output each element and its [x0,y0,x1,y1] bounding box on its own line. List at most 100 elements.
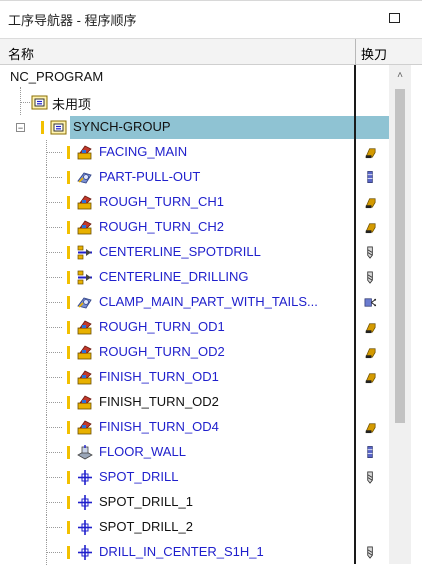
turning-op-icon [77,195,92,210]
operation-row[interactable]: FINISH_TURN_OD4 [0,415,389,440]
turning-op-icon [77,145,92,160]
operation-row[interactable]: SPOT_DRILL [0,465,389,490]
operation-row[interactable]: SPOT_DRILL_1 [0,490,389,515]
turning-op-icon [77,320,92,335]
operation-name: ROUGH_TURN_OD2 [99,344,225,359]
status-bar [67,496,70,509]
status-bar [67,321,70,334]
panel-titlebar: 工序导航器 - 程序顺序 [0,0,422,36]
operation-name: ROUGH_TURN_CH1 [99,194,224,209]
tree-connector [46,427,62,428]
tree-connector [46,227,62,228]
operation-name: SPOT_DRILL_1 [99,494,193,509]
tree-connector [46,152,62,153]
operation-row[interactable]: SPOT_DRILL_2 [0,515,389,540]
maximize-icon[interactable] [389,13,400,23]
operation-row[interactable]: FLOOR_WALL [0,440,389,465]
turning-op-icon [77,370,92,385]
turning-op-icon [77,345,92,360]
scrollbar-thumb[interactable] [395,89,405,423]
tree-connector [46,477,62,478]
column-separator[interactable] [355,39,356,65]
operation-row[interactable]: DRILL_IN_CENTER_S1H_1 [0,540,389,565]
operation-name: CENTERLINE_SPOTDRILL [99,244,261,259]
tree-connector [46,327,62,328]
status-bar [67,446,70,459]
operation-name: DRILL_IN_CENTER_S1H_1 [99,544,264,559]
panel-title: 工序导航器 - 程序顺序 [8,13,137,28]
vertical-scrollbar[interactable]: ˄ [389,65,411,564]
tree-connector [46,527,62,528]
tree-node-synch-group[interactable]: − SYNCH-GROUP [0,115,389,140]
drill-tool-icon [367,271,373,284]
drill-tool-icon [367,471,373,484]
status-bar [67,146,70,159]
operation-row[interactable]: CENTERLINE_SPOTDRILL [0,240,389,265]
part-handling-icon [77,172,92,184]
status-bar [67,296,70,309]
tree-connector [46,502,62,503]
turn-tool-icon [365,348,376,359]
status-bar [67,396,70,409]
operation-name: FINISH_TURN_OD2 [99,394,219,409]
collapse-icon[interactable]: − [16,123,25,133]
status-bar [67,421,70,434]
turn-tool-icon [365,198,376,209]
operation-row[interactable]: FACING_MAIN [0,140,389,165]
tree-connector [46,452,62,453]
drill-tool-icon [367,246,373,259]
operation-row[interactable]: PART-PULL-OUT [0,165,389,190]
column-header-name[interactable]: 名称 [8,44,34,63]
tree-connector [46,277,62,278]
part-handling-icon [77,297,92,309]
status-bar [67,196,70,209]
tree-connector [20,102,30,103]
status-bar [67,171,70,184]
turning-op-icon [77,220,92,235]
tree-connector [46,377,62,378]
operation-row[interactable]: ROUGH_TURN_CH2 [0,215,389,240]
centerline-drill-icon [77,245,92,260]
operation-name: ROUGH_TURN_CH2 [99,219,224,234]
operation-name: SPOT_DRILL [99,469,179,484]
tree-node-unused-items[interactable]: 未用项 [0,90,389,115]
scroll-up-arrow-icon[interactable]: ˄ [389,69,411,83]
tree-connector [46,402,62,403]
column-header-tool-change[interactable]: 换刀 [361,44,387,63]
operation-row[interactable]: ROUGH_TURN_CH1 [0,190,389,215]
operation-row[interactable]: FINISH_TURN_OD1 [0,365,389,390]
operation-name: CLAMP_MAIN_PART_WITH_TAILS... [99,294,318,309]
turning-op-icon [77,420,92,435]
operation-name: FINISH_TURN_OD4 [99,419,219,434]
tree-connector [46,302,62,303]
spot-drill-icon [78,470,92,485]
status-bar [67,546,70,559]
tree-node-label: SYNCH-GROUP [73,119,171,134]
operation-row[interactable]: FINISH_TURN_OD2 [0,390,389,415]
tree-connector [20,87,21,115]
turn-tool-icon [365,423,376,434]
tree-connector [46,252,62,253]
turn-tool-icon [365,323,376,334]
program-group-icon [31,95,48,110]
tree-connector [46,352,62,353]
operation-name: FACING_MAIN [99,144,188,159]
status-bar [67,471,70,484]
status-bar [67,346,70,359]
turning-op-icon [77,395,92,410]
status-bar [41,121,44,134]
operation-row[interactable]: ROUGH_TURN_OD1 [0,315,389,340]
tailstock-tool-icon [364,298,377,307]
operation-name: FINISH_TURN_OD1 [99,369,219,384]
operation-navigator-tree: NC_PROGRAM 未用项 − SYNCH-GROUP FACING_MAIN… [0,65,422,565]
operation-row[interactable]: CENTERLINE_DRILLING [0,265,389,290]
operation-row[interactable]: ROUGH_TURN_OD2 [0,340,389,365]
program-group-icon [50,120,67,135]
operation-name: PART-PULL-OUT [99,169,201,184]
operation-row[interactable]: CLAMP_MAIN_PART_WITH_TAILS... [0,290,389,315]
turn-tool-icon [365,223,376,234]
centerline-drill-icon [77,270,92,285]
tree-node-nc-program[interactable]: NC_PROGRAM [0,65,389,90]
status-bar [67,521,70,534]
tree-connector [46,552,62,553]
